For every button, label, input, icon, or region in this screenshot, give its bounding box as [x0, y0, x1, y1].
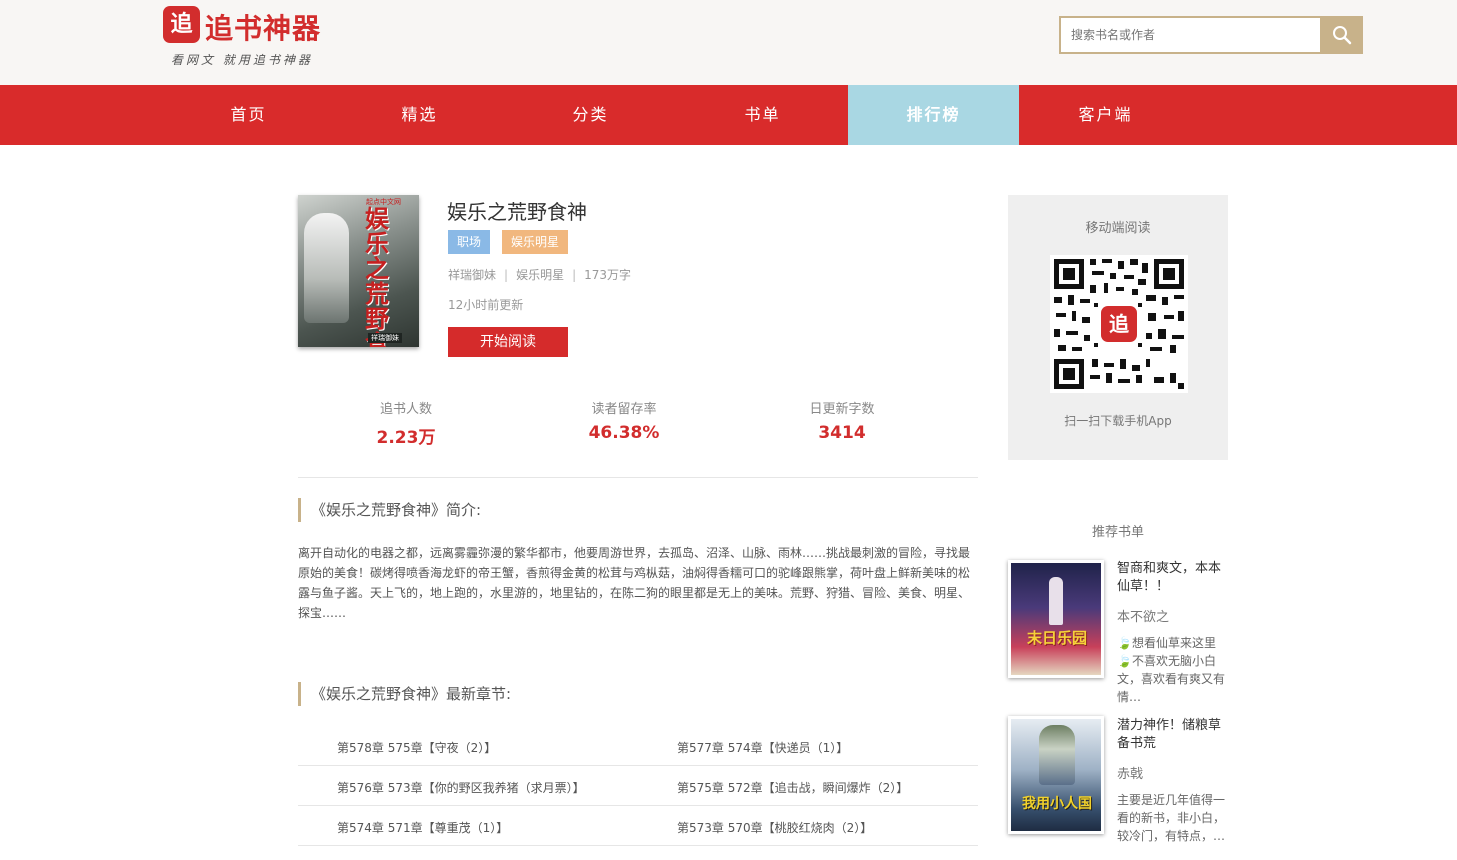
- book-cover[interactable]: 起点中文网 娱乐之荒野食神 祥瑞御妹: [298, 195, 419, 347]
- cover-figure: [1049, 577, 1063, 625]
- meta-separator: |: [504, 268, 509, 282]
- stat-value: 2.23万: [376, 428, 436, 448]
- chapter-divider: [298, 805, 978, 806]
- nav-item-booklists[interactable]: 书单: [677, 85, 848, 145]
- rec-desc-1: 🍃想看仙草来这里🍃不喜欢无脑小白文，喜欢看有爽又有情…: [1117, 636, 1226, 704]
- rec-cover-text: 末日乐园: [1026, 629, 1087, 647]
- qr-title: 移动端阅读: [1085, 221, 1151, 236]
- chapter-link[interactable]: 第573章 570章【桃胶红烧肉（2）】: [677, 819, 872, 836]
- rec-cover-2[interactable]: 我用小人国: [1008, 716, 1104, 834]
- book-category[interactable]: 娱乐明星: [516, 268, 564, 282]
- search-input[interactable]: [1061, 18, 1320, 52]
- start-reading-button[interactable]: 开始阅读: [448, 327, 568, 357]
- search-button[interactable]: [1321, 16, 1363, 54]
- mobile-qr-panel: 移动端阅读 追 扫一扫下载手机App: [1008, 195, 1228, 460]
- stat-daily-words: 日更新字数 3414: [762, 398, 922, 443]
- cover-figure: [1039, 725, 1075, 785]
- recommended-heading: 推荐书单: [1091, 525, 1144, 540]
- stat-value: 46.38%: [588, 423, 660, 443]
- chapters-heading: 《娱乐之荒野食神》最新章节:: [298, 682, 511, 706]
- rec-cover-text: 我用小人国: [1022, 796, 1092, 812]
- book-updated: 12小时前更新: [448, 298, 524, 312]
- cover-author: 祥瑞御妹: [368, 333, 402, 343]
- book-meta: 祥瑞御妹 | 娱乐明星 | 173万字: [448, 266, 631, 283]
- nav-item-home[interactable]: 首页: [163, 85, 334, 145]
- cover-title: 娱乐之荒野食神: [365, 205, 389, 348]
- nav-item-client[interactable]: 客户端: [1020, 85, 1191, 145]
- chapter-link[interactable]: 第576章 573章【你的野区我养猪（求月票）】: [337, 779, 585, 796]
- main-nav: 首页 精选 分类 书单 排行榜 客户端: [0, 85, 1457, 145]
- book-word-count: 173万字: [584, 268, 632, 282]
- nav-item-featured[interactable]: 精选: [334, 85, 505, 145]
- cover-figure: [304, 213, 349, 323]
- qr-caption: 扫一扫下载手机App: [1064, 414, 1172, 428]
- book-author[interactable]: 祥瑞御妹: [448, 268, 496, 282]
- qr-center-logo: 追: [1109, 312, 1129, 336]
- rec-author-2: 赤戟: [1117, 767, 1144, 782]
- stat-label: 追书人数: [379, 402, 432, 417]
- divider: [298, 477, 978, 478]
- search-box: [1059, 16, 1322, 54]
- chapter-link[interactable]: 第577章 574章【快递员（1）】: [677, 739, 848, 756]
- stat-label: 读者留存率: [591, 402, 657, 417]
- search-icon: [1333, 26, 1352, 45]
- intro-text: 离开自动化的电器之都，远离雾霾弥漫的繁华都市，他要周游世界，去孤岛、沼泽、山脉、…: [298, 546, 971, 620]
- intro-heading: 《娱乐之荒野食神》简介:: [298, 498, 481, 522]
- nav-item-categories[interactable]: 分类: [505, 85, 676, 145]
- stat-value: 3414: [818, 423, 866, 443]
- rec-name-1[interactable]: 智商和爽文，本本仙草！！: [1117, 560, 1229, 596]
- tag-workplace[interactable]: 职场: [448, 230, 491, 254]
- rec-cover-1[interactable]: 末日乐园: [1008, 560, 1104, 678]
- top-header: 追 追书神器 看网文 就用追书神器: [0, 0, 1457, 85]
- chapter-divider: [298, 845, 978, 846]
- stat-followers: 追书人数 2.23万: [326, 398, 486, 448]
- nav-item-rankings[interactable]: 排行榜: [848, 85, 1019, 145]
- chapter-link[interactable]: 第574章 571章【尊重茂（1）】: [337, 819, 508, 836]
- meta-separator: |: [572, 268, 577, 282]
- rec-name-2[interactable]: 潜力神作！储粮草备书荒: [1117, 717, 1229, 753]
- stat-retention: 读者留存率 46.38%: [544, 398, 704, 443]
- logo-slogan: 看网文 就用追书神器: [171, 53, 313, 67]
- rec-author-1: 本不欲之: [1117, 610, 1170, 625]
- book-title: 娱乐之荒野食神: [447, 200, 587, 224]
- rec-desc-2: 主要是近几年值得一看的新书，非小白，较冷门，有特点，…: [1117, 793, 1226, 843]
- chapter-divider: [298, 765, 978, 766]
- logo-icon: 追: [163, 6, 200, 43]
- qr-code-graphic: 追: [1050, 255, 1188, 393]
- stat-label: 日更新字数: [809, 402, 875, 417]
- chapter-link[interactable]: 第578章 575章【守夜（2）】: [337, 739, 496, 756]
- chapter-link[interactable]: 第575章 572章【追击战，瞬间爆炸（2）】: [677, 779, 908, 796]
- logo-text: 追书神器: [205, 12, 322, 45]
- tag-entertainment[interactable]: 娱乐明星: [502, 230, 569, 254]
- qr-code-icon: 追: [1050, 255, 1188, 393]
